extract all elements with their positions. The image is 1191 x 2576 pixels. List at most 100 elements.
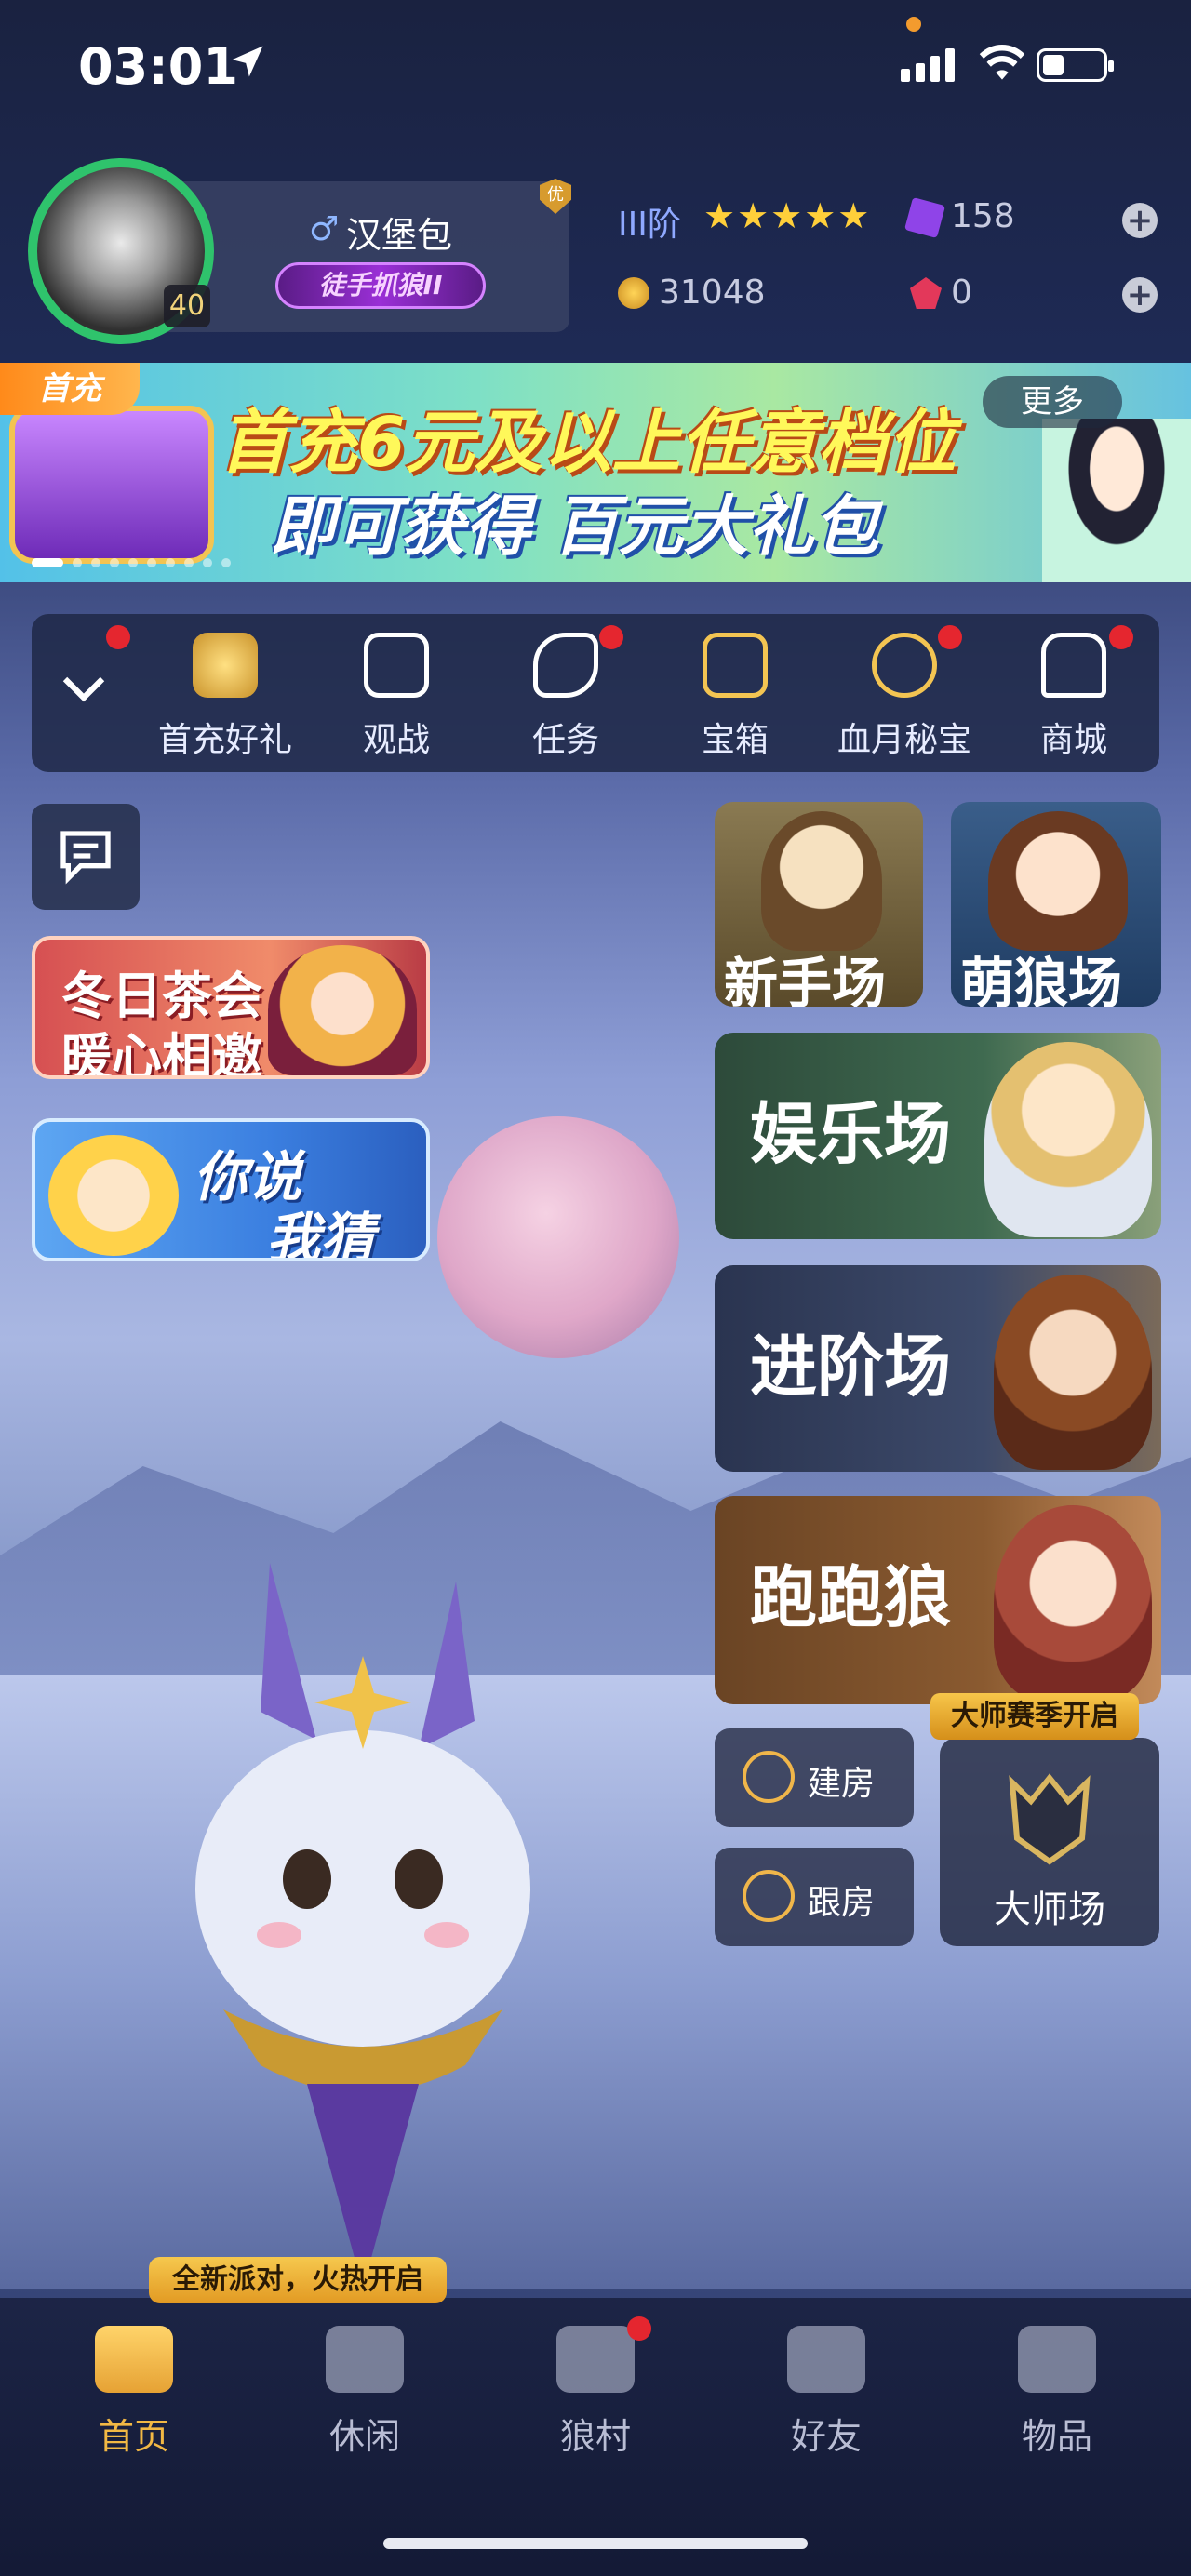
flame-icon bbox=[743, 1751, 795, 1803]
gold-coin-count: 31048 bbox=[659, 274, 766, 312]
red-gem-count: 0 bbox=[951, 274, 972, 312]
running-wolf-mode-card[interactable]: 跑跑狼 bbox=[715, 1496, 1161, 1704]
quick-menu-label: 任务 bbox=[531, 721, 599, 759]
blood-moon-backdrop bbox=[437, 1116, 679, 1358]
winter-tea-party-event[interactable]: 冬日茶会 暖心相邀 bbox=[32, 936, 430, 1079]
rank-stars: ★★★★★ bbox=[703, 195, 872, 236]
wifi-icon bbox=[979, 45, 1025, 80]
banner-pager-dot bbox=[203, 558, 212, 567]
chat-button[interactable] bbox=[32, 804, 140, 910]
banner-pager-dot bbox=[166, 558, 175, 567]
tab-wolf-village[interactable]: 狼村 bbox=[502, 2326, 689, 2459]
status-bar: 03:01 bbox=[0, 0, 1191, 130]
tv-icon bbox=[364, 633, 429, 698]
rank-label: III阶 bbox=[618, 206, 681, 244]
mode-character-art bbox=[984, 1042, 1152, 1237]
more-button[interactable]: 更多 bbox=[983, 376, 1122, 428]
shop-icon bbox=[1041, 633, 1106, 698]
quick-menu-tasks[interactable]: 任务 bbox=[491, 633, 640, 763]
notification-dot bbox=[1109, 625, 1133, 649]
banner-pager-dot bbox=[91, 558, 100, 567]
master-mode-card[interactable]: 大师场 bbox=[940, 1738, 1159, 1946]
mode-label: 大师场 bbox=[994, 1889, 1105, 1931]
tab-items[interactable]: 物品 bbox=[964, 2326, 1150, 2459]
follow-room-label: 跟房 bbox=[808, 1884, 876, 1922]
mode-character-art bbox=[994, 1275, 1152, 1470]
quick-menu-first-recharge[interactable]: 首充好礼 bbox=[151, 633, 300, 763]
friends-icon bbox=[787, 2326, 865, 2393]
cellular-signal-icon bbox=[901, 48, 960, 82]
quick-menu-shop[interactable]: 商城 bbox=[999, 633, 1148, 763]
tab-label: 狼村 bbox=[559, 2416, 631, 2457]
mode-label: 新手场 bbox=[724, 952, 887, 1007]
tab-home[interactable]: 首页 bbox=[41, 2326, 227, 2459]
male-icon: ♂ bbox=[309, 210, 340, 248]
mode-label: 跑跑狼 bbox=[750, 1558, 952, 1636]
quick-menu-label: 宝箱 bbox=[701, 721, 769, 759]
banner-pager-dot bbox=[73, 558, 82, 567]
banner-subline: 即可获得 百元大礼包 bbox=[270, 488, 879, 565]
battery-icon bbox=[1037, 48, 1114, 82]
mode-character-art bbox=[761, 811, 882, 951]
chest-icon bbox=[703, 633, 768, 698]
tab-leisure[interactable]: 休闲 bbox=[272, 2326, 458, 2459]
banner-tag: 首充 bbox=[0, 363, 140, 415]
mode-label: 进阶场 bbox=[750, 1328, 952, 1406]
banner-pager-dot bbox=[221, 558, 231, 567]
cute-wolf-mode-card[interactable]: 萌狼场 bbox=[951, 802, 1161, 1007]
add-purple-gem-button[interactable]: + bbox=[1122, 203, 1158, 238]
moon-treasure-icon bbox=[872, 633, 937, 698]
tab-label: 首页 bbox=[98, 2416, 169, 2457]
notification-dot bbox=[599, 625, 623, 649]
home-indicator[interactable] bbox=[383, 2538, 808, 2549]
home-icon bbox=[95, 2326, 173, 2393]
search-icon bbox=[743, 1870, 795, 1922]
chevron-down-icon[interactable] bbox=[56, 661, 112, 716]
quick-menu-label: 血月秘宝 bbox=[836, 721, 971, 759]
quick-menu-blood-moon-treasure[interactable]: 血月秘宝 bbox=[830, 633, 979, 763]
chat-bubble-icon bbox=[60, 831, 111, 885]
quick-menu-label: 商城 bbox=[1039, 721, 1107, 759]
gold-coin-icon bbox=[618, 277, 649, 309]
event-subtitle: 暖心相邀 bbox=[61, 1028, 262, 1079]
title-badge[interactable]: 徒手抓狼II bbox=[275, 262, 486, 309]
status-time: 03:01 bbox=[78, 37, 238, 96]
purple-gem-count: 158 bbox=[951, 197, 1015, 235]
quick-menu-spectate[interactable]: 观战 bbox=[322, 633, 471, 763]
coin-icon bbox=[193, 633, 258, 698]
master-season-badge: 大师赛季开启 bbox=[930, 1693, 1139, 1740]
mode-character-art bbox=[994, 1505, 1152, 1701]
scroll-icon bbox=[533, 633, 598, 698]
first-recharge-banner[interactable]: 首充 首充6元及以上任意档位 即可获得 百元大礼包 更多 bbox=[0, 363, 1191, 582]
follow-room-button[interactable]: 跟房 bbox=[715, 1848, 914, 1946]
purple-gem-icon bbox=[903, 196, 946, 239]
username: 汉堡包 bbox=[346, 215, 453, 256]
quick-menu-label: 首充好礼 bbox=[157, 721, 292, 759]
create-room-label: 建房 bbox=[808, 1765, 876, 1803]
create-room-button[interactable]: 建房 bbox=[715, 1728, 914, 1827]
banner-pager-active bbox=[32, 558, 63, 567]
quick-menu-label: 观战 bbox=[362, 721, 430, 759]
wolf-emblem-icon bbox=[1009, 1773, 1091, 1865]
add-red-gem-button[interactable]: + bbox=[1122, 277, 1158, 313]
treasure-chest-icon bbox=[9, 406, 214, 564]
tab-friends[interactable]: 好友 bbox=[733, 2326, 919, 2459]
event-subtitle: 我猜 bbox=[266, 1207, 375, 1261]
items-icon bbox=[1018, 2326, 1096, 2393]
banner-pager-dot bbox=[128, 558, 138, 567]
tab-label: 好友 bbox=[790, 2416, 862, 2457]
wine-glasses-icon bbox=[326, 2326, 404, 2393]
location-arrow-icon bbox=[232, 46, 263, 77]
notification-dot bbox=[627, 2316, 651, 2341]
banner-headline: 首充6元及以上任意档位 bbox=[220, 403, 957, 483]
mode-label: 娱乐场 bbox=[750, 1095, 952, 1173]
tab-label: 休闲 bbox=[328, 2416, 400, 2457]
banner-pager-dot bbox=[147, 558, 156, 567]
level-badge: 40 bbox=[164, 285, 210, 327]
you-say-i-guess-event[interactable]: 你说 我猜 bbox=[32, 1118, 430, 1261]
advanced-mode-card[interactable]: 进阶场 bbox=[715, 1265, 1161, 1472]
newbie-mode-card[interactable]: 新手场 bbox=[715, 802, 923, 1007]
quick-menu-chest[interactable]: 宝箱 bbox=[661, 633, 810, 763]
entertainment-mode-card[interactable]: 娱乐场 bbox=[715, 1033, 1161, 1239]
notification-dot bbox=[938, 625, 962, 649]
